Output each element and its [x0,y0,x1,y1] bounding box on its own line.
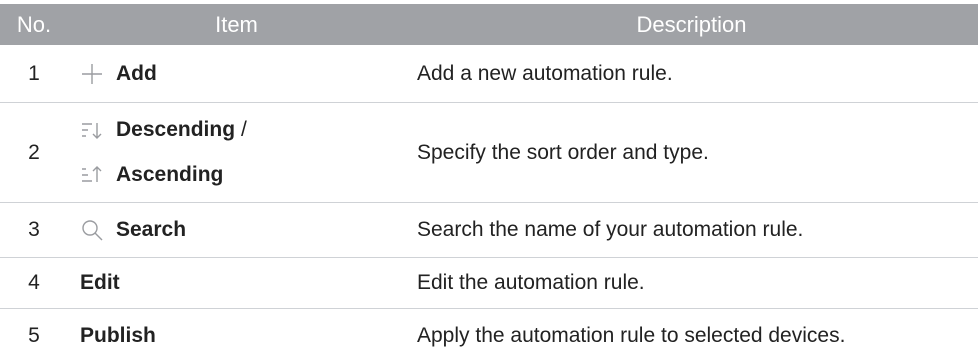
row-number: 1 [28,61,40,85]
item-label-ascending: Ascending [116,163,224,186]
table-row: 4 Edit Edit the automation rule. [0,258,978,309]
item-cell: Edit [80,258,410,308]
table-row: 3 Search Search the name of your automat… [0,203,978,258]
search-icon [80,218,104,242]
header-no: No. [16,12,52,37]
item-label: Edit [80,271,120,294]
item-cell: Publish [80,309,410,363]
reference-table: No. Item Description 1 Add Add a new aut… [0,0,978,363]
item-label: Add [116,61,157,85]
header-description: Description [636,12,747,37]
sort-ascending-icon [80,163,104,187]
item-separator: / [241,118,247,141]
description-cell: Search the name of your automation rule. [417,218,804,241]
item-cell: Add [80,45,410,102]
item-cell: Descending / Ascending [80,103,410,202]
description-cell: Add a new automation rule. [417,61,673,85]
item-label: Search [116,218,187,241]
description-cell: Specify the sort order and type. [417,140,709,164]
item-label: Publish [80,324,156,347]
sort-descending-icon [80,118,104,142]
row-number: 4 [28,271,40,294]
row-number: 2 [28,140,40,164]
table-row: 2 Descending / Ascending Specify the sor… [0,103,978,203]
description-cell: Edit the automation rule. [417,271,645,294]
table-row: 5 Publish Apply the automation rule to s… [0,309,978,363]
header-item: Item [215,12,258,37]
item-label-descending: Descending [116,118,236,141]
description-cell: Apply the automation rule to selected de… [417,324,846,347]
row-number: 3 [28,218,40,241]
item-cell: Search [80,203,410,257]
table-header: No. Item Description [0,4,978,45]
table-row: 1 Add Add a new automation rule. [0,45,978,103]
plus-icon [80,62,104,86]
row-number: 5 [28,324,40,347]
